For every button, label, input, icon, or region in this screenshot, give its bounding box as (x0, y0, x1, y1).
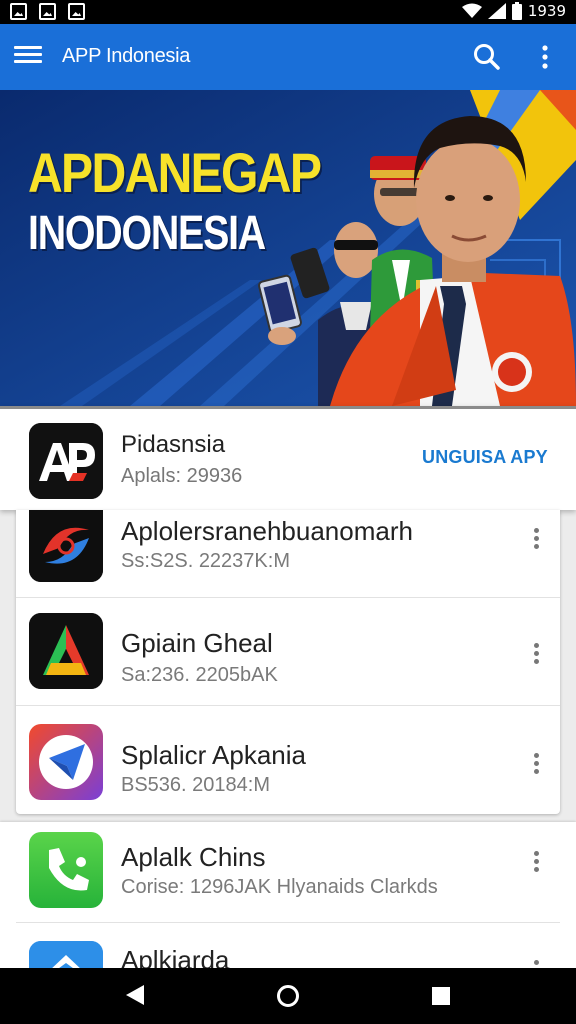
list-item[interactable]: Aplolersranehbuanomarh Ss:S2S. 22237K:M (16, 510, 560, 598)
featured-app-meta: Aplals: 29936 (121, 465, 243, 487)
system-icons: 1939 (461, 2, 566, 20)
more-vert-icon[interactable] (526, 750, 546, 780)
triangle-app-icon (29, 613, 103, 689)
app-title: APP Indonesia (62, 45, 191, 67)
app-name: Aplolersranehbuanomarh (121, 516, 413, 546)
list-item[interactable]: Splalicr Apkania BS536. 20184:M (16, 706, 560, 814)
phone-app-icon (29, 832, 103, 908)
promo-banner[interactable]: APDANEGAP INODONESIA (0, 90, 576, 406)
more-vert-icon[interactable] (533, 42, 557, 72)
notification-icons (10, 3, 85, 20)
banner-title: APDANEGAP (28, 141, 322, 204)
back-icon[interactable] (126, 985, 144, 1005)
hamburger-menu-icon[interactable] (12, 42, 44, 72)
app-meta: BS536. 20184:M (121, 774, 270, 796)
battery-icon (511, 2, 522, 20)
clock: 1939 (527, 2, 566, 20)
app-bar: APP Indonesia (0, 24, 576, 90)
signal-icon (487, 3, 506, 19)
search-icon[interactable] (470, 40, 504, 74)
app-name: Gpiain Gheal (121, 628, 273, 658)
app-list-panel: Aplalk Chins Corise: 1296JAK Hlyanaids C… (0, 822, 576, 968)
map-app-icon (29, 941, 103, 968)
ap-app-icon (29, 423, 103, 499)
app-name: Splalicr Apkania (121, 740, 306, 770)
app-name: Aplalk Chins (121, 842, 266, 872)
photo-notification-icon (68, 3, 85, 20)
more-vert-icon[interactable] (526, 957, 546, 968)
list-item[interactable]: Aplalk Chins Corise: 1296JAK Hlyanaids C… (0, 822, 576, 922)
list-item[interactable]: Aplkiarda (0, 923, 576, 968)
banner-subtitle: INODONESIA (28, 207, 266, 260)
navigation-bar (0, 968, 576, 1024)
screen: 1939 APP Indonesia APDANEGAP INODONESIA … (0, 0, 576, 1024)
featured-app-card[interactable]: Pidasnsia Aplals: 29936 UNGUISA APY (0, 406, 576, 510)
more-vert-icon[interactable] (526, 640, 546, 670)
wifi-icon (461, 3, 482, 18)
navigation-app-icon (29, 724, 103, 800)
list-item[interactable]: Gpiain Gheal Sa:236. 2205bAK (16, 598, 560, 706)
recents-icon[interactable] (432, 987, 450, 1005)
app-meta: Corise: 1296JAK Hlyanaids Clarkds (121, 876, 438, 898)
image-notification-icon (10, 3, 27, 20)
home-icon[interactable] (277, 985, 299, 1007)
app-meta: Sa:236. 2205bAK (121, 664, 278, 686)
featured-app-name: Pidasnsia (121, 431, 226, 458)
more-vert-icon[interactable] (526, 525, 546, 555)
swirl-app-icon (29, 510, 103, 582)
status-bar: 1939 (0, 0, 576, 24)
gallery-notification-icon (39, 3, 56, 20)
app-list-card: Aplolersranehbuanomarh Ss:S2S. 22237K:M … (16, 510, 560, 814)
app-meta: Ss:S2S. 22237K:M (121, 550, 290, 572)
more-vert-icon[interactable] (526, 848, 546, 878)
app-name: Aplkiarda (121, 945, 230, 968)
install-app-link[interactable]: UNGUISA APY (422, 447, 548, 468)
